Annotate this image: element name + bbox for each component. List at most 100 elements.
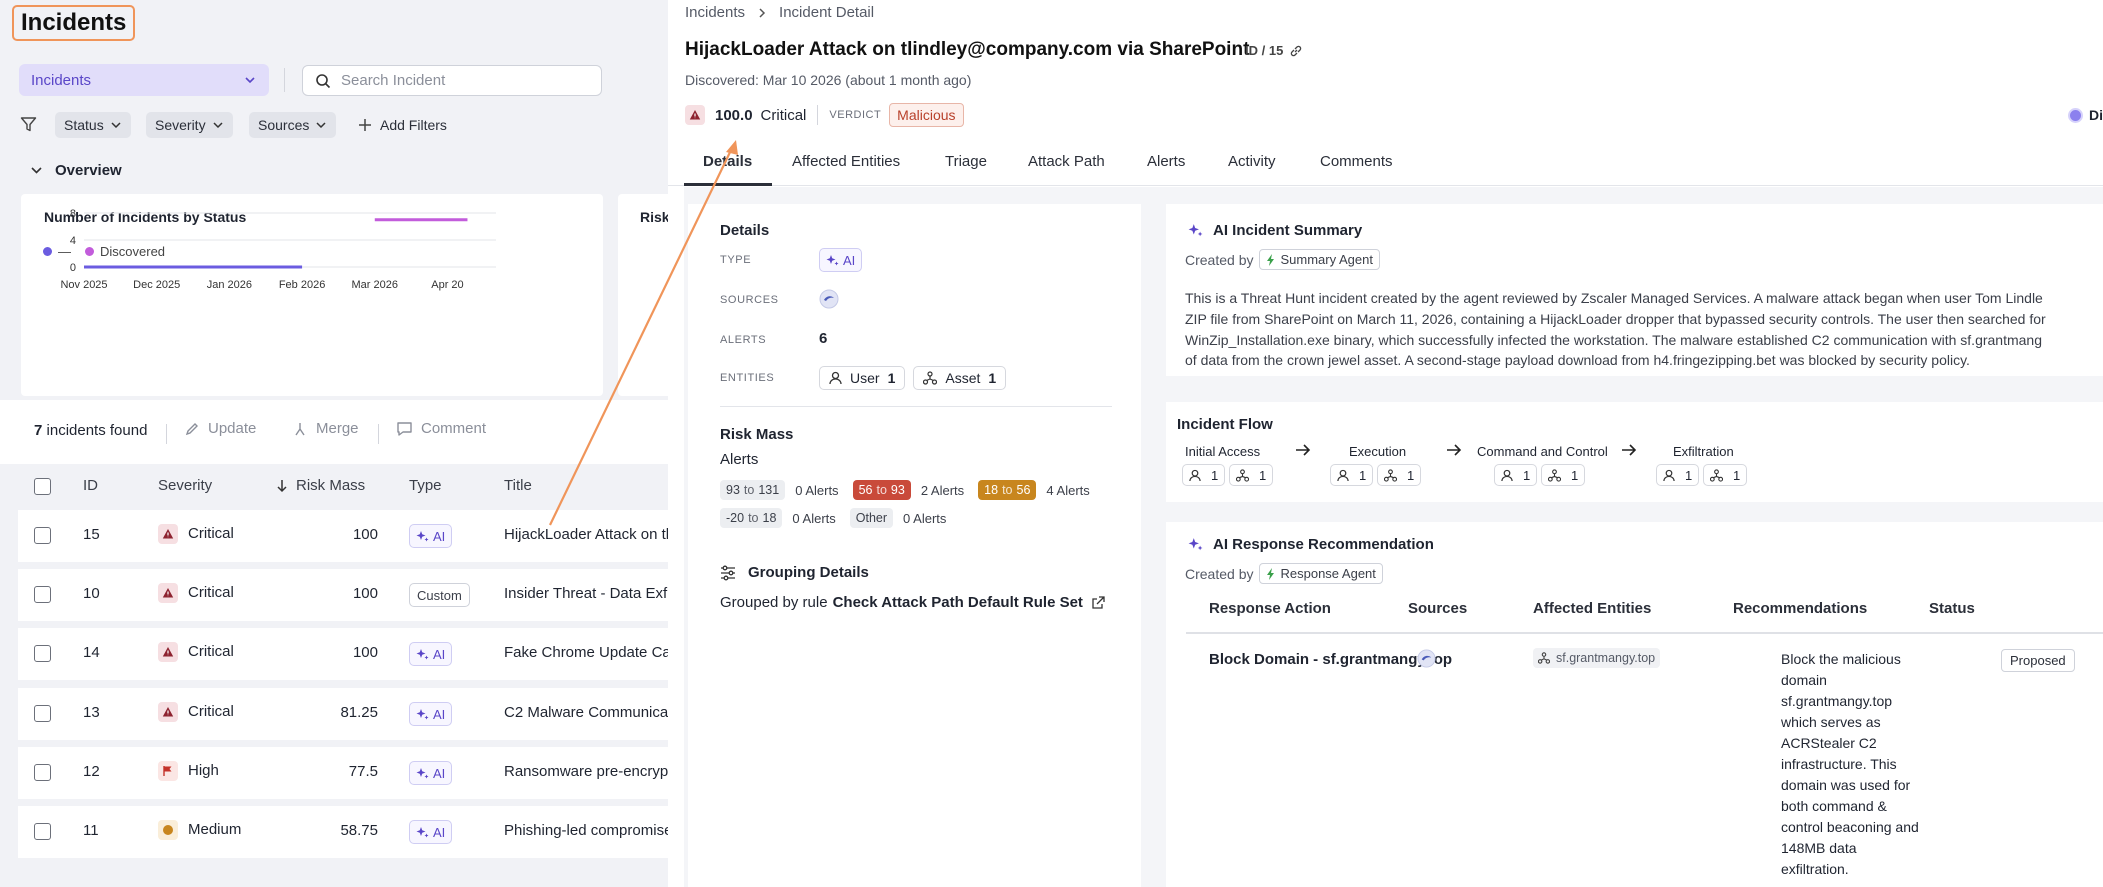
- table-row[interactable]: 14 Critical 100 AI Fake Chrome Update Car: [18, 628, 668, 680]
- status-indicator[interactable]: Di: [2068, 107, 2103, 123]
- link-icon[interactable]: [1289, 44, 1303, 58]
- tab-details[interactable]: Details: [703, 153, 752, 170]
- verdict-badge: Malicious: [889, 103, 964, 127]
- x-tick-label: Nov 2025: [60, 279, 107, 291]
- column-header-id[interactable]: ID: [83, 477, 98, 494]
- tab-alerts[interactable]: Alerts: [1147, 153, 1185, 170]
- add-filters-label: Add Filters: [380, 117, 447, 133]
- flow-user-count[interactable]: 1: [1330, 464, 1374, 486]
- update-button[interactable]: Update: [184, 420, 256, 437]
- table-row[interactable]: 10 Critical 100 Custom Insider Threat - Data…: [18, 569, 668, 621]
- asset-network-icon: [1538, 652, 1550, 664]
- row-checkbox[interactable]: [34, 705, 51, 722]
- tab-activity[interactable]: Activity: [1228, 153, 1276, 170]
- incidents-by-status-chart-card: Number of Incidents by Status — Discover…: [21, 194, 603, 396]
- grouping-rule-link[interactable]: Check Attack Path Default Rule Set: [833, 594, 1083, 611]
- recommendation-line: ACRStealer C2: [1781, 735, 1877, 751]
- lightning-icon: [1266, 567, 1276, 580]
- external-link-icon[interactable]: [1091, 595, 1105, 610]
- zscaler-source-icon: [1417, 649, 1436, 668]
- view-select[interactable]: Incidents: [19, 64, 269, 96]
- flow-asset-count[interactable]: 1: [1703, 464, 1748, 486]
- range-alert-count: 0 Alerts: [903, 510, 947, 526]
- divider: [166, 424, 167, 444]
- sort-arrow-down-icon: [276, 479, 288, 493]
- column-header-risk-mass[interactable]: Risk Mass: [276, 477, 365, 494]
- incidents-count-number: 7: [34, 422, 43, 439]
- severity-cell: Medium: [158, 820, 241, 840]
- affected-entity-badge[interactable]: sf.grantmangy.top: [1533, 648, 1661, 668]
- column-header-type[interactable]: Type: [409, 477, 442, 494]
- comment-label: Comment: [421, 420, 487, 437]
- comment-button[interactable]: Comment: [396, 420, 486, 437]
- select-all-checkbox[interactable]: [34, 478, 51, 495]
- divider: [378, 424, 379, 444]
- column-header-label: Risk Mass: [296, 477, 366, 494]
- x-tick-label: Mar 2026: [352, 279, 398, 291]
- incident-title[interactable]: Insider Threat - Data Exfi: [504, 585, 668, 602]
- table-row[interactable]: 12 High 77.5 AI Ransomware pre-encryp: [18, 747, 668, 799]
- user-icon: [1501, 469, 1513, 482]
- merge-button[interactable]: Merge: [292, 420, 359, 437]
- tab-comments[interactable]: Comments: [1320, 153, 1393, 170]
- incident-title[interactable]: Phishing-led compromise: [504, 822, 668, 839]
- tab-affected-entities[interactable]: Affected Entities: [792, 153, 900, 170]
- lightning-icon: [1266, 253, 1276, 266]
- table-row[interactable]: 15 Critical 100 AI HijackLoader Attack on tl: [18, 510, 668, 562]
- summary-line: This is a Threat Hunt incident created b…: [1185, 290, 2043, 306]
- recommendation-text: Block the malicious domain sf.grantmangy.t…: [1781, 649, 1937, 880]
- grouping-heading: Grouping Details: [748, 564, 869, 581]
- row-checkbox[interactable]: [34, 645, 51, 662]
- row-checkbox[interactable]: [34, 586, 51, 603]
- entity-user-count: 1: [887, 370, 896, 386]
- incident-title[interactable]: C2 Malware Communicat: [504, 704, 668, 721]
- asset-network-icon: [1384, 468, 1397, 482]
- flow-asset-count[interactable]: 1: [1541, 464, 1586, 486]
- column-header-severity[interactable]: Severity: [158, 477, 212, 494]
- incident-id: 13: [83, 704, 100, 721]
- type-custom-badge: Custom: [409, 583, 470, 607]
- breadcrumb-incidents-link[interactable]: Incidents: [685, 4, 745, 21]
- risk-range-tag: Other: [849, 508, 894, 528]
- range-alert-count: 4 Alerts: [1046, 482, 1090, 498]
- flow-asset-count[interactable]: 1: [1229, 464, 1274, 486]
- tab-attack-path[interactable]: Attack Path: [1028, 153, 1105, 170]
- tab-triage[interactable]: Triage: [945, 153, 987, 170]
- asset-network-icon: [1548, 468, 1561, 482]
- recommendation-line: infrastructure. This: [1781, 756, 1897, 772]
- severity-label: Critical: [188, 642, 234, 660]
- entity-user-badge[interactable]: User 1: [819, 366, 906, 390]
- flow-user-count[interactable]: 1: [1494, 464, 1538, 486]
- search-input[interactable]: Search Incident: [302, 65, 602, 96]
- risk-mass-alerts-label: Alerts: [720, 451, 759, 468]
- table-row[interactable]: 13 Critical 81.25 AI C2 Malware Communicat: [18, 688, 668, 740]
- incident-title[interactable]: Ransomware pre-encryp: [504, 763, 668, 780]
- entity-asset-badge[interactable]: Asset 1: [913, 366, 1007, 390]
- count: 1: [1407, 467, 1415, 483]
- table-row[interactable]: 11 Medium 58.75 AI Phishing-led compromise: [18, 806, 668, 858]
- filter-chip-label: Sources: [258, 117, 310, 133]
- count: 1: [1211, 467, 1219, 483]
- x-tick-label: Apr 20: [431, 279, 463, 291]
- user-icon: [829, 371, 842, 385]
- incident-title[interactable]: HijackLoader Attack on tl: [504, 526, 668, 543]
- row-checkbox[interactable]: [34, 764, 51, 781]
- recommendation-line: control beaconing and: [1781, 819, 1919, 835]
- flow-asset-count[interactable]: 1: [1377, 464, 1422, 486]
- column-header-sources: Sources: [1408, 600, 1468, 617]
- filter-chip-severity[interactable]: Severity: [146, 112, 233, 138]
- overview-toggle[interactable]: Overview: [30, 162, 122, 179]
- filter-icon[interactable]: [20, 116, 37, 133]
- row-checkbox[interactable]: [34, 527, 51, 544]
- column-header-title[interactable]: Title: [504, 477, 532, 494]
- filter-chip-sources[interactable]: Sources: [249, 112, 337, 138]
- count: 1: [1359, 467, 1367, 483]
- divider: [1186, 632, 2103, 634]
- filter-chip-status[interactable]: Status: [55, 112, 131, 138]
- range-to: to: [743, 483, 755, 497]
- flow-user-count[interactable]: 1: [1656, 464, 1700, 486]
- flow-user-count[interactable]: 1: [1182, 464, 1226, 486]
- add-filters-button[interactable]: Add Filters: [358, 112, 447, 138]
- row-checkbox[interactable]: [34, 823, 51, 840]
- incident-title[interactable]: Fake Chrome Update Car: [504, 644, 668, 661]
